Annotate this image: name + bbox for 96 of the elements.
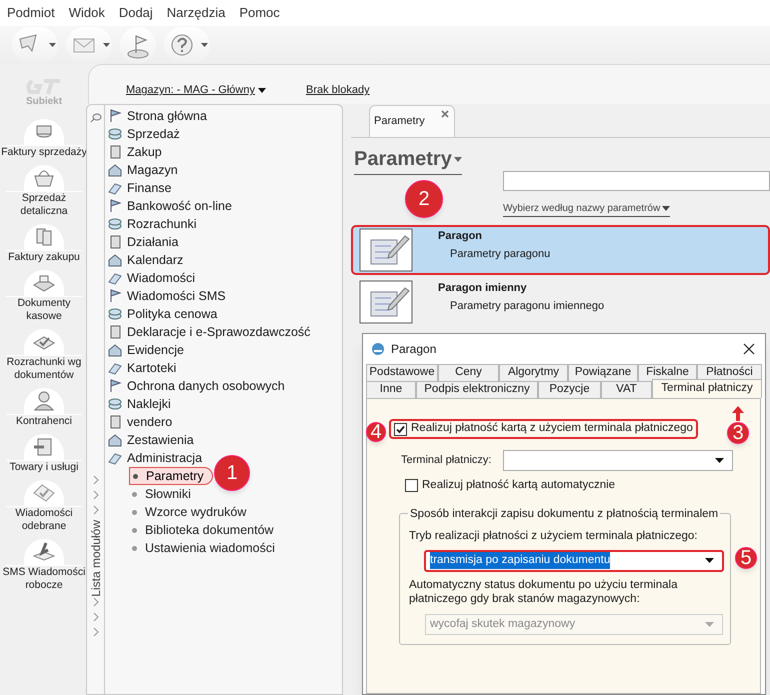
- module-item[interactable]: Zestawienia: [105, 431, 342, 449]
- caret-icon: [454, 156, 462, 162]
- field-label: Automatyczny status dokumentu po użyciu terminala płatniczego gdy brak stanów magazynowych:: [409, 578, 678, 606]
- caret-icon: [103, 43, 110, 47]
- module-item[interactable]: Deklaracje i e-Sprawozdawczość: [105, 323, 342, 341]
- chevron-icon[interactable]: [92, 626, 98, 637]
- module-item[interactable]: Sprzedaż: [105, 125, 342, 143]
- caret-icon: [258, 88, 266, 93]
- dialog-tab[interactable]: Podstawowe: [366, 364, 438, 381]
- app-name: Subiekt: [26, 95, 62, 109]
- house-icon: [107, 342, 123, 358]
- checkbox-label: Realizuj płatność kartą automatycznie: [422, 478, 616, 494]
- page-tab[interactable]: Parametry: [369, 105, 455, 137]
- checkbox[interactable]: [394, 422, 407, 436]
- document-edit-icon: [359, 228, 413, 272]
- module-item[interactable]: Kalendarz: [105, 251, 342, 269]
- nav-item[interactable]: Faktury sprzedaży: [0, 119, 88, 159]
- dialog-tab[interactable]: Powiązane: [568, 364, 638, 381]
- dialog-tab[interactable]: Terminal płatniczy: [652, 379, 762, 398]
- module-subitem[interactable]: Wzorce wydruków: [129, 503, 254, 521]
- dialog-tab[interactable]: Inne: [366, 381, 416, 398]
- module-item[interactable]: Ewidencje: [105, 341, 342, 359]
- nav-item[interactable]: Towary i usługi: [0, 434, 88, 474]
- module-subitem[interactable]: Biblioteka dokumentów: [129, 521, 282, 539]
- menu-item[interactable]: Podmiot: [7, 3, 55, 23]
- module-item[interactable]: Rozrachunki: [105, 215, 342, 233]
- document-edit-icon: [359, 280, 413, 324]
- module-item[interactable]: Wiadomości SMS: [105, 287, 342, 305]
- warehouse-link[interactable]: Magazyn: - MAG - Główny: [126, 82, 266, 99]
- module-item[interactable]: Polityka cenowa: [105, 305, 342, 323]
- parameter-row[interactable]: Paragon Parametry paragonu: [351, 225, 770, 275]
- menu-item[interactable]: Narzędzia: [166, 3, 226, 23]
- house-icon: [107, 252, 123, 268]
- field-label: Terminal płatniczy:: [401, 453, 492, 468]
- callout-arrow: [732, 406, 744, 421]
- module-item[interactable]: Naklejki: [105, 395, 342, 413]
- module-subitem[interactable]: Ustawienia wiadomości: [129, 539, 283, 557]
- caret-icon: [662, 206, 670, 211]
- dialog-tab[interactable]: Ceny: [438, 364, 499, 381]
- nav-item[interactable]: Sprzedaż detaliczna: [0, 165, 88, 218]
- module-item[interactable]: Magazyn: [105, 161, 342, 179]
- nav-item[interactable]: Rozrachunki wg dokumentów: [0, 329, 88, 382]
- nav-item[interactable]: Kontrahenci: [0, 388, 88, 428]
- checkbox-label: Realizuj płatność kartą z użyciem terminala płatniczego: [411, 421, 693, 436]
- house-icon: [107, 432, 123, 448]
- menu-item[interactable]: Dodaj: [118, 3, 153, 23]
- page-title[interactable]: Parametry: [354, 144, 462, 175]
- dialog-title: Paragon: [391, 341, 438, 358]
- module-item[interactable]: vendero: [105, 413, 342, 431]
- module-item[interactable]: Wiadomości: [105, 269, 342, 287]
- caret-icon: [49, 43, 56, 47]
- house-icon: [107, 162, 123, 178]
- lock-status-link[interactable]: Brak blokady: [306, 82, 370, 99]
- close-icon[interactable]: [743, 343, 755, 355]
- dialog-tab[interactable]: Algorytmy: [499, 364, 568, 381]
- mode-select[interactable]: transmisja po zapisaniu dokumentu: [424, 550, 724, 572]
- menu-item[interactable]: Pomoc: [239, 3, 280, 23]
- module-item[interactable]: Bankowość on-line: [105, 197, 342, 215]
- parameter-description: Parametry paragonu imiennego: [449, 299, 604, 314]
- module-subitem[interactable]: Słowniki: [129, 485, 199, 503]
- field-label: Tryb realizacji płatności z użyciem terminala płatniczego:: [409, 528, 698, 544]
- caret-icon: [715, 458, 724, 463]
- filter-link[interactable]: Wybierz według nazwy parametrów: [503, 201, 670, 217]
- panel-title: Lista modułów: [88, 520, 104, 597]
- nav-item[interactable]: Faktury zakupu: [0, 224, 88, 264]
- nav-item[interactable]: SMS Wiadomości robocze: [0, 539, 88, 592]
- app-icon: [371, 342, 385, 356]
- caret-icon: [705, 622, 714, 627]
- module-item[interactable]: Działania: [105, 233, 342, 251]
- dialog-tab[interactable]: Podpis elektroniczny: [416, 381, 538, 398]
- module-subitem[interactable]: Parametry: [129, 467, 213, 485]
- checkbox[interactable]: [405, 479, 418, 492]
- dialog-tab[interactable]: Pozycje: [538, 381, 601, 398]
- parameter-title: Paragon imienny: [438, 280, 528, 296]
- pin-icon: [90, 113, 102, 123]
- module-item[interactable]: Zakup: [105, 143, 342, 161]
- dialog-tab[interactable]: Fiskalne: [638, 364, 697, 381]
- terminal-select[interactable]: [503, 450, 733, 471]
- caret-icon: [201, 43, 208, 47]
- step-badge: 2: [405, 180, 443, 218]
- module-item[interactable]: Kartoteki: [105, 359, 342, 377]
- chevron-icon[interactable]: [92, 612, 98, 622]
- status-select: wycofaj skutek magazynowy: [425, 614, 723, 635]
- search-field[interactable]: [503, 171, 770, 191]
- nav-item[interactable]: Dokumenty kasowe: [0, 270, 88, 323]
- caret-icon: [705, 558, 714, 564]
- parameter-title: Paragon: [438, 228, 484, 244]
- module-item[interactable]: Finanse: [105, 179, 342, 197]
- chevron-icon[interactable]: [92, 596, 98, 607]
- menu-item[interactable]: Widok: [68, 3, 105, 23]
- parameter-description: Parametry paragonu: [449, 247, 550, 262]
- parameter-row[interactable]: Paragon imienny Parametry paragonu imiennego: [351, 277, 770, 327]
- nav-item[interactable]: Wiadomości odebrane: [0, 480, 88, 533]
- module-item[interactable]: Ochrona danych osobowych: [105, 377, 342, 395]
- module-item[interactable]: Strona główna: [105, 107, 342, 125]
- dialog-tab[interactable]: VAT: [601, 381, 652, 398]
